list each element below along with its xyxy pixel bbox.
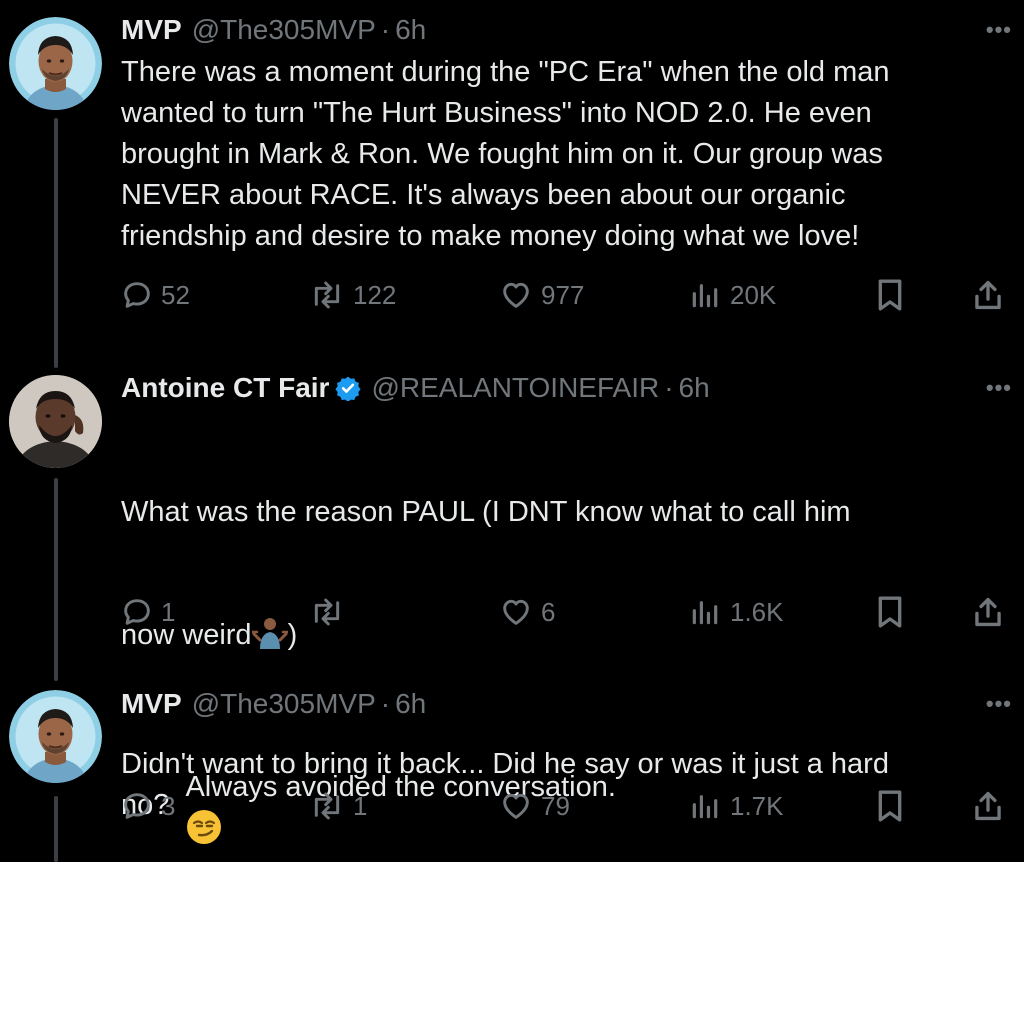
tweet-time[interactable]: 6h bbox=[679, 372, 710, 403]
reply-button[interactable]: 3 bbox=[121, 786, 175, 826]
share-button[interactable] bbox=[971, 592, 1005, 632]
tweet-actions: 3 1 79 1.7K bbox=[121, 786, 1011, 826]
reply-icon bbox=[124, 793, 150, 819]
reply-icon bbox=[124, 282, 150, 308]
thread-connector-line bbox=[54, 796, 58, 862]
repost-button[interactable]: 122 bbox=[309, 275, 396, 315]
avatar-mvp[interactable] bbox=[9, 690, 102, 783]
more-options-icon[interactable]: ••• bbox=[986, 10, 1012, 50]
user-handle[interactable]: @The305MVP bbox=[192, 688, 376, 719]
views-icon bbox=[692, 601, 718, 625]
display-name[interactable]: Antoine CT Fair bbox=[121, 372, 329, 403]
like-icon bbox=[503, 599, 529, 625]
views-button[interactable]: 1.7K bbox=[688, 786, 784, 826]
repost-count: 1 bbox=[353, 790, 368, 821]
bookmark-button[interactable] bbox=[873, 786, 907, 826]
repost-icon bbox=[314, 281, 340, 309]
tweet-time[interactable]: 6h bbox=[395, 688, 426, 719]
like-button[interactable]: 977 bbox=[499, 275, 584, 315]
user-handle[interactable]: @The305MVP bbox=[192, 14, 376, 45]
bookmark-button[interactable] bbox=[873, 275, 907, 315]
reply-button[interactable]: 1 bbox=[121, 592, 175, 632]
avatar-antoine[interactable] bbox=[9, 375, 102, 468]
tweet-text-line: What was the reason PAUL (I DNT know wha… bbox=[121, 496, 851, 528]
repost-count: 122 bbox=[353, 279, 397, 310]
user-handle[interactable]: @REALANTOINEFAIR bbox=[371, 372, 659, 403]
tweet-header: MVP @The305MVP · 6h bbox=[121, 684, 426, 724]
like-count: 79 bbox=[541, 790, 570, 821]
screenshot-canvas: MVP @The305MVP · 6h ••• There was a moment … bbox=[0, 0, 1024, 1009]
views-count: 1.7K bbox=[730, 790, 784, 821]
reply-count: 1 bbox=[161, 596, 176, 627]
bookmark-icon bbox=[878, 790, 902, 822]
bookmark-icon bbox=[878, 279, 902, 311]
bookmark-icon bbox=[878, 596, 902, 628]
bookmark-button[interactable] bbox=[873, 592, 907, 632]
like-button[interactable]: 79 bbox=[499, 786, 570, 826]
views-button[interactable]: 20K bbox=[688, 275, 776, 315]
repost-icon bbox=[314, 598, 340, 626]
share-icon bbox=[975, 280, 1001, 310]
header-separator: · bbox=[664, 372, 674, 403]
repost-button[interactable] bbox=[309, 592, 353, 632]
reply-count: 52 bbox=[161, 279, 190, 310]
display-name[interactable]: MVP bbox=[121, 688, 182, 719]
tweet-actions: 52 122 977 20K bbox=[121, 275, 1011, 315]
views-count: 20K bbox=[730, 279, 777, 310]
repost-icon bbox=[314, 792, 340, 820]
tweet-header: MVP @The305MVP · 6h bbox=[121, 10, 426, 50]
views-button[interactable]: 1.6K bbox=[688, 592, 784, 632]
avatar-mvp[interactable] bbox=[9, 17, 102, 110]
reply-icon bbox=[124, 599, 150, 625]
header-separator: · bbox=[380, 14, 391, 45]
repost-button[interactable]: 1 bbox=[309, 786, 367, 826]
tweet-text: There was a moment during the "PC Era" w… bbox=[121, 56, 890, 252]
more-options-icon[interactable]: ••• bbox=[986, 368, 1012, 408]
views-count: 1.6K bbox=[730, 596, 784, 627]
views-icon bbox=[692, 795, 718, 819]
share-button[interactable] bbox=[971, 786, 1005, 826]
share-icon bbox=[975, 791, 1001, 821]
display-name[interactable]: MVP bbox=[121, 14, 182, 45]
reply-count: 3 bbox=[161, 790, 176, 821]
header-separator: · bbox=[380, 688, 391, 719]
share-button[interactable] bbox=[971, 275, 1005, 315]
verified-badge-icon bbox=[335, 372, 362, 412]
thread-connector-line bbox=[54, 478, 58, 681]
like-icon bbox=[503, 793, 529, 819]
views-icon bbox=[692, 284, 718, 308]
tweet-actions: 1 6 1.6K bbox=[121, 592, 1011, 632]
share-icon bbox=[975, 597, 1001, 627]
tweet-thread: MVP @The305MVP · 6h ••• There was a moment … bbox=[0, 0, 1024, 862]
like-button[interactable]: 6 bbox=[499, 592, 555, 632]
tweet-header: Antoine CT Fair @REALANTOINEFAIR · 6h bbox=[121, 368, 710, 408]
like-count: 6 bbox=[541, 596, 556, 627]
tweet-time[interactable]: 6h bbox=[395, 14, 426, 45]
like-count: 977 bbox=[541, 279, 585, 310]
thread-connector-line bbox=[54, 118, 58, 368]
more-options-icon[interactable]: ••• bbox=[986, 684, 1012, 724]
reply-button[interactable]: 52 bbox=[121, 275, 190, 315]
like-icon bbox=[503, 282, 529, 308]
